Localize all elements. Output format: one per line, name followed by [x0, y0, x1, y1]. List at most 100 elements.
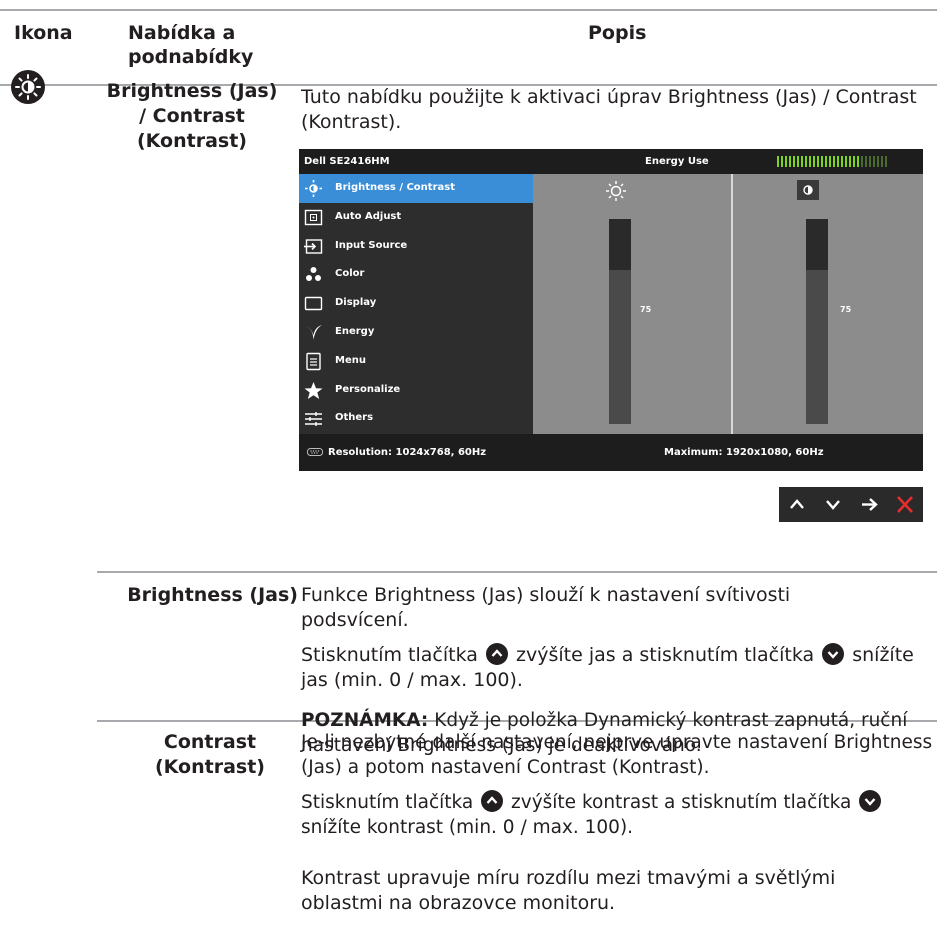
osd-screenshot: Dell SE2416HM Energy Use Brightness / Co… [299, 149, 923, 471]
up-button[interactable] [779, 487, 815, 522]
osd-menu-item[interactable]: Menu [299, 347, 533, 376]
energy-meter-bar [853, 156, 855, 167]
monitor-port-icon [307, 448, 323, 456]
osd-energy-label: Energy Use [645, 156, 709, 167]
down-circle-icon [859, 790, 882, 812]
note-label: POZNÁMKA: [301, 710, 429, 731]
osd-maximum: Maximum: 1920x1080, 60Hz [664, 447, 824, 458]
osd-nav-buttons [779, 487, 923, 522]
osd-menu-item[interactable]: Auto Adjust [299, 203, 533, 232]
energy-meter-bar [809, 156, 811, 167]
energy-meter-bar [849, 156, 851, 167]
osd-menu-item-label: Energy [335, 326, 375, 337]
osd-menu-item-label: Display [335, 297, 377, 309]
osd-menu-item[interactable]: Input Source [299, 232, 533, 261]
energy-meter-bar [885, 156, 887, 167]
brightness-slider-fill [609, 219, 631, 271]
header-menu-column: Nabídka a podnabídky [128, 22, 254, 68]
down-circle-icon [822, 643, 845, 665]
energy-meter-bar [817, 156, 819, 167]
brightness-p1: Funkce Brightness (Jas) slouží k nastave… [301, 584, 791, 631]
energy-meter-bar [845, 156, 847, 167]
energy-meter [777, 156, 887, 167]
close-icon [897, 496, 913, 513]
energy-meter-bar [793, 156, 795, 167]
contrast-panel: 75 [733, 174, 923, 434]
energy-meter-bar [805, 156, 807, 167]
right-button[interactable] [851, 487, 887, 522]
contrast-slider[interactable] [806, 219, 828, 424]
energy-meter-bar [797, 156, 799, 167]
contrast-p3: Kontrast upravuje míru rozdílu mezi tmav… [301, 867, 836, 914]
menu-brightness-contrast: Brightness (Jas) / Contrast (Kontrast) [106, 80, 278, 152]
energy-meter-bar [785, 156, 787, 167]
osd-menu-item-label: Auto Adjust [335, 210, 402, 222]
energy-meter-bar [857, 156, 859, 167]
energy-meter-bar [833, 156, 835, 167]
osd-menu-item[interactable]: Brightness / Contrast [299, 174, 533, 203]
osd-menu-item-label: Personalize [335, 383, 401, 395]
energy-meter-bar [869, 156, 871, 167]
brightness-contrast-icon [11, 70, 45, 104]
osd-menu-item-label: Brightness / Contrast [335, 182, 455, 193]
energy-meter-bar [865, 156, 867, 167]
osd-menu-item[interactable]: Energy [299, 318, 533, 347]
header-desc-column: Popis [588, 22, 647, 44]
contrast-p2a: Stisknutím tlačítka [301, 792, 474, 813]
osd-menu-list: Brightness / Contrast Auto Adjust Input So… [299, 174, 533, 434]
brightness-p2: Stisknutím tlačítka zvýšíte jas a stiskn… [301, 643, 931, 693]
personalize-icon [304, 381, 323, 400]
table-top-rule [0, 9, 937, 11]
main-description: Tuto nabídku použijte k aktivaci úprav B… [301, 86, 917, 133]
energy-meter-bar [789, 156, 791, 167]
osd-menu-item-label: Others [335, 412, 374, 424]
energy-meter-bar [861, 156, 863, 167]
menu-brightness: Brightness (Jas) [127, 584, 298, 606]
energy-meter-bar [777, 156, 779, 167]
display-icon [304, 294, 323, 313]
energy-icon [304, 323, 323, 342]
contrast-p1: Je-li nezbytné další nastavení, nejprve … [301, 732, 933, 778]
header-icon-column: Ikona [14, 22, 73, 44]
color-icon [304, 265, 323, 284]
osd-footer: Resolution: 1024x768, 60Hz Maximum: 1920… [299, 434, 923, 471]
energy-meter-bar [881, 156, 883, 167]
menu-contrast: Contrast (Kontrast) [154, 731, 265, 778]
brightness-p2b: zvýšíte jas a stisknutím tlačítka [516, 644, 815, 666]
contrast-value: 75 [840, 305, 852, 314]
osd-resolution: Resolution: 1024x768, 60Hz [328, 447, 487, 458]
osd-model-name: Dell SE2416HM [304, 156, 390, 167]
energy-meter-bar [837, 156, 839, 167]
energy-meter-bar [877, 156, 879, 167]
osd-menu-item[interactable]: Color [299, 260, 533, 289]
energy-meter-bar [825, 156, 827, 167]
contrast-p2b: zvýšíte kontrast a stisknutím tlačítka [511, 792, 852, 813]
input-source-icon [304, 237, 323, 256]
energy-meter-bar [821, 156, 823, 167]
osd-menu-item[interactable]: Display [299, 289, 533, 318]
osd-title-bar: Dell SE2416HM Energy Use [299, 149, 923, 174]
close-button[interactable] [887, 487, 923, 522]
energy-meter-bar [813, 156, 815, 167]
osd-menu-item[interactable]: Others [299, 404, 533, 433]
brightness-panel: 75 [533, 174, 731, 434]
up-circle-icon [481, 790, 504, 812]
contrast-icon [797, 180, 819, 200]
energy-meter-bar [801, 156, 803, 167]
osd-menu-item-label: Color [335, 268, 365, 280]
osd-menu-item-label: Input Source [335, 239, 408, 251]
contrast-slider-fill [806, 219, 828, 271]
contrast-p2: Stisknutím tlačítka zvýšíte kontrast a s… [301, 790, 937, 840]
brightness-slider[interactable] [609, 219, 631, 424]
brightness-icon [304, 179, 323, 198]
up-circle-icon [485, 643, 508, 665]
brightness-value: 75 [640, 305, 652, 314]
down-button[interactable] [815, 487, 851, 522]
menu-icon [304, 352, 323, 371]
energy-meter-bar [841, 156, 843, 167]
osd-menu-item[interactable]: Personalize [299, 376, 533, 405]
right-icon [862, 498, 878, 511]
down-icon [826, 500, 840, 510]
sun-icon [606, 181, 626, 201]
row-divider-rule [97, 571, 937, 573]
